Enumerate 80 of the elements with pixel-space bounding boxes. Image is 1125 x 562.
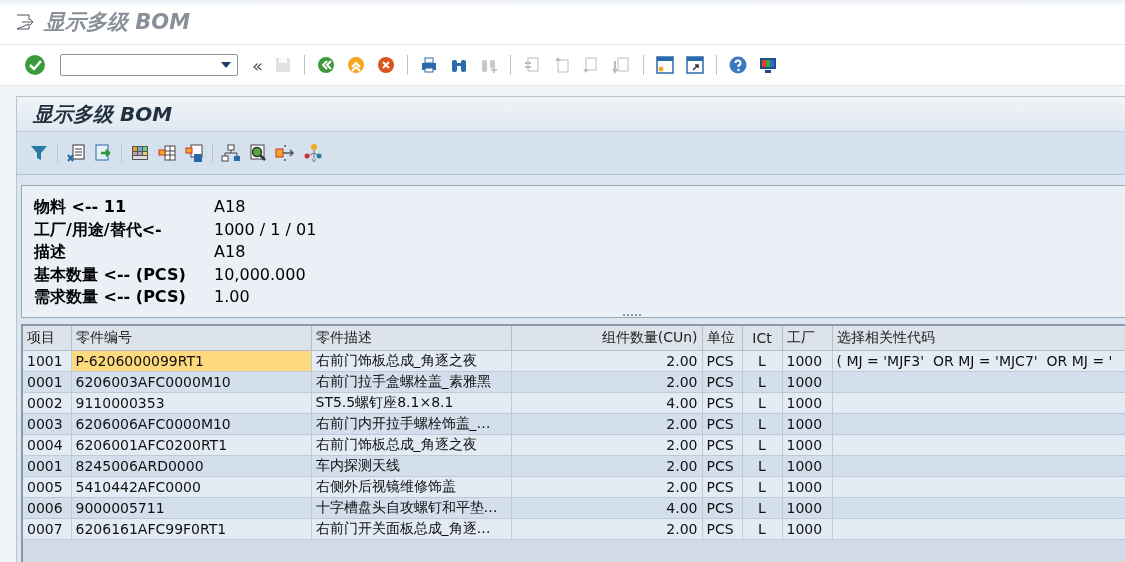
columns-icon <box>157 143 177 163</box>
table-cell: ( MJ = 'MJF3' OR MJ = 'MJC7' OR MJ = ' <box>832 350 1125 371</box>
table-cell: 0003 <box>23 413 71 434</box>
new-window-button[interactable] <box>653 53 677 77</box>
new-window-icon <box>655 55 675 75</box>
dropdown-caret-icon[interactable] <box>221 62 231 68</box>
table-cell: 右侧外后视镜维修饰盖 <box>311 476 511 497</box>
cancel-icon <box>376 55 396 75</box>
export-icon <box>93 143 113 163</box>
print-icon <box>419 55 439 75</box>
table-cell: 6206003AFC0000M10 <box>71 371 311 392</box>
layout-save-icon <box>184 143 204 163</box>
layout-save-button[interactable] <box>182 141 206 165</box>
column-header[interactable]: 组件数量(CUn) <box>511 325 702 350</box>
previous-page-icon <box>552 55 572 75</box>
table-cell: 右前门饰板总成_角逐之夜 <box>311 350 511 371</box>
save-icon <box>273 55 293 75</box>
table-cell: 6206161AFC99F0RT1 <box>71 518 311 539</box>
first-page-icon <box>522 55 542 75</box>
table-cell: 0007 <box>23 518 71 539</box>
exit-icon <box>346 55 366 75</box>
column-header[interactable]: 选择相关性代码 <box>832 325 1125 350</box>
spreadsheet-icon <box>66 143 86 163</box>
table-cell: 0001 <box>23 371 71 392</box>
field-value: 10,000.000 <box>214 263 307 286</box>
collapse-toggle[interactable]: « <box>252 54 263 76</box>
help-icon <box>728 55 748 75</box>
move-icon <box>275 143 295 163</box>
column-header[interactable]: 零件描述 <box>311 325 511 350</box>
column-header[interactable]: 工厂 <box>782 325 832 350</box>
exit-menu-icon[interactable] <box>16 14 34 30</box>
table-cell: 0005 <box>23 476 71 497</box>
table-cell: 0002 <box>23 392 71 413</box>
table-cell: 9000005711 <box>71 497 311 518</box>
enter-icon[interactable] <box>24 54 46 76</box>
field-label: 物料 <-- 11 <box>34 196 128 218</box>
field-value: 1.00 <box>214 286 251 308</box>
field-value: 1000 / 1 / 01 <box>214 218 317 241</box>
table-cell: 6206001AFC0200RT1 <box>71 434 311 455</box>
field-label: 工厂/用途/替代<- <box>34 218 163 241</box>
last-page-icon <box>612 55 632 75</box>
column-header[interactable]: 零件编号 <box>71 325 311 350</box>
field-value: A18 <box>214 196 247 218</box>
field-label: 描述 <box>34 241 67 263</box>
table-cell: 右前门内开拉手螺栓饰盖_… <box>311 413 511 434</box>
table-cell: 0004 <box>23 434 71 455</box>
table-cell: 8245006ARD0000 <box>71 455 311 476</box>
column-header[interactable]: ICt <box>742 325 782 350</box>
grid-icon <box>130 143 150 163</box>
table-cell: 0001 <box>23 455 71 476</box>
panel-title: 显示多级 BOM <box>33 100 173 128</box>
table-cell: 十字槽盘头自攻螺钉和平垫… <box>311 497 511 518</box>
shortcut-icon <box>685 55 705 75</box>
table-cell: P-6206000099RT1 <box>71 350 311 371</box>
tree-icon <box>302 143 322 163</box>
table-cell: 5410442AFC0000 <box>71 476 311 497</box>
table-cell: 0006 <box>23 497 71 518</box>
column-header[interactable]: 单位 <box>702 325 742 350</box>
monitor-icon <box>758 55 778 75</box>
table-cell: 9110000353 <box>71 392 311 413</box>
column-header[interactable]: 项目 <box>23 325 71 350</box>
back-icon <box>316 55 336 75</box>
command-field[interactable] <box>60 54 238 76</box>
hierarchy-button[interactable] <box>219 141 243 165</box>
splitter-grip-icon[interactable] <box>622 313 641 317</box>
table-cell: 1001 <box>23 350 71 371</box>
shortcut-button[interactable] <box>683 53 707 77</box>
table-cell: 6206006AFC0000M10 <box>71 413 311 434</box>
field-value: A18 <box>214 241 247 263</box>
table-cell: 右前门拉手盒螺栓盖_素雅黑 <box>311 371 511 392</box>
filter-icon <box>29 143 49 163</box>
table-cell: ST5.5螺钉座8.1×8.1 <box>311 392 511 413</box>
table-cell: 右前门饰板总成_角逐之夜 <box>311 434 511 455</box>
table-cell: 车内探测天线 <box>311 455 511 476</box>
table-cell: 右前门开关面板总成_角逐… <box>311 518 511 539</box>
hierarchy-icon <box>221 143 241 163</box>
field-label: 需求数量 <-- (PCS) <box>34 286 187 308</box>
window-title: 显示多级 BOM <box>44 9 191 36</box>
field-label: 基本数量 <-- (PCS) <box>34 263 187 286</box>
magnifier-icon <box>248 143 268 163</box>
